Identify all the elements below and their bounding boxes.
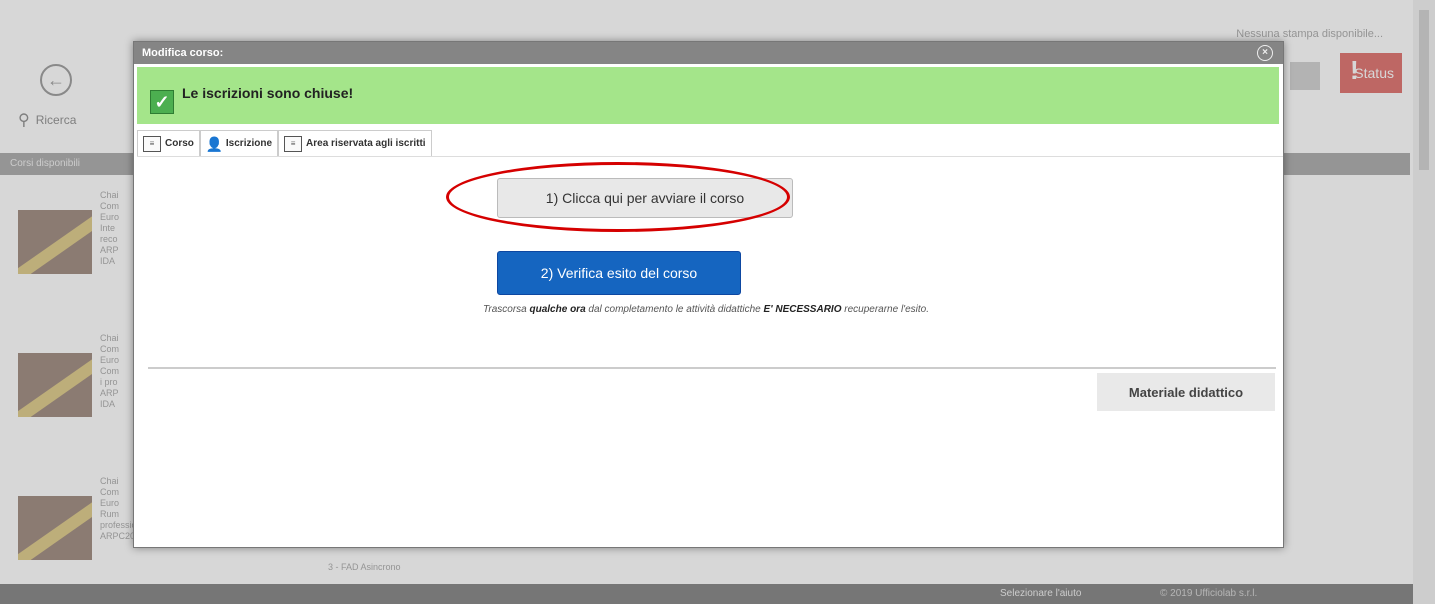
tab-corso[interactable]: ≡ Corso [137, 130, 200, 156]
tab-label: Area riservata agli iscritti [306, 138, 426, 149]
person-icon: 👤 [205, 135, 224, 152]
document-icon: ≡ [143, 135, 161, 152]
modal-tabs: ≡ Corso 👤 Iscrizione ≡ Area riservata ag… [137, 130, 1283, 157]
document-icon: ≡ [284, 135, 303, 152]
tab-label: Corso [165, 138, 194, 149]
tab-iscrizione[interactable]: 👤 Iscrizione [199, 130, 279, 156]
start-course-button[interactable]: 1) Clicca qui per avviare il corso [497, 178, 793, 218]
tab-label: Iscrizione [225, 138, 273, 149]
checkmark-icon: ✓ [150, 89, 174, 114]
verify-result-button[interactable]: 2) Verifica esito del corso [497, 251, 741, 295]
enrollment-status-banner: ✓ Le iscrizioni sono chiuse! [137, 67, 1279, 124]
edit-course-modal: Modifica corso: × ✓ Le iscrizioni sono c… [133, 41, 1284, 548]
tab-area-riservata[interactable]: ≡ Area riservata agli iscritti [278, 130, 432, 156]
divider [148, 367, 1276, 369]
close-icon[interactable]: × [1257, 45, 1273, 61]
result-note: Trascorsa qualche ora dal completamento … [483, 304, 929, 315]
teaching-materials-button[interactable]: Materiale didattico [1097, 373, 1275, 411]
banner-text: Le iscrizioni sono chiuse! [182, 84, 354, 101]
modal-title: Modifica corso: [142, 47, 224, 59]
tab-content: 1) Clicca qui per avviare il corso 2) Ve… [134, 157, 1283, 537]
modal-header: Modifica corso: × [134, 42, 1283, 64]
